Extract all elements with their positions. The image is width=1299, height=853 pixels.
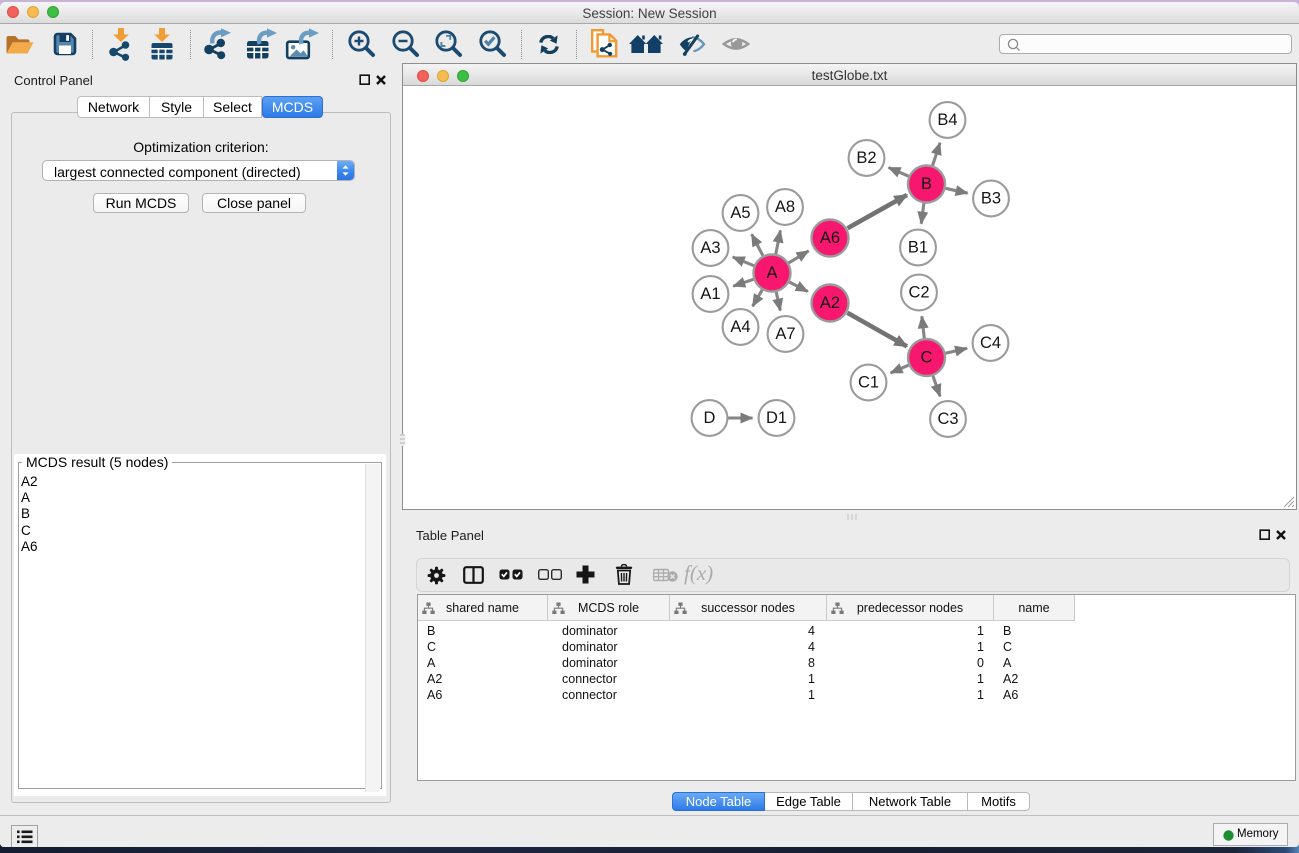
svg-text:A6: A6 <box>820 229 840 247</box>
svg-text:C3: C3 <box>937 410 958 428</box>
svg-text:C: C <box>921 349 933 367</box>
svg-text:A: A <box>766 264 777 282</box>
svg-text:D: D <box>704 409 716 427</box>
svg-text:D1: D1 <box>766 409 787 427</box>
svg-text:C1: C1 <box>858 374 879 392</box>
svg-text:B2: B2 <box>856 149 876 167</box>
svg-text:B: B <box>921 175 932 193</box>
svg-text:A5: A5 <box>730 204 750 222</box>
svg-text:A1: A1 <box>700 285 720 303</box>
svg-text:A8: A8 <box>775 198 795 216</box>
svg-text:A2: A2 <box>820 294 840 312</box>
svg-text:B3: B3 <box>981 190 1001 208</box>
svg-text:A7: A7 <box>775 325 795 343</box>
svg-text:C2: C2 <box>908 284 929 302</box>
svg-text:A3: A3 <box>700 239 720 257</box>
svg-text:B1: B1 <box>908 239 928 257</box>
svg-text:B4: B4 <box>937 111 957 129</box>
svg-text:C4: C4 <box>980 334 1001 352</box>
svg-text:A4: A4 <box>730 318 750 336</box>
